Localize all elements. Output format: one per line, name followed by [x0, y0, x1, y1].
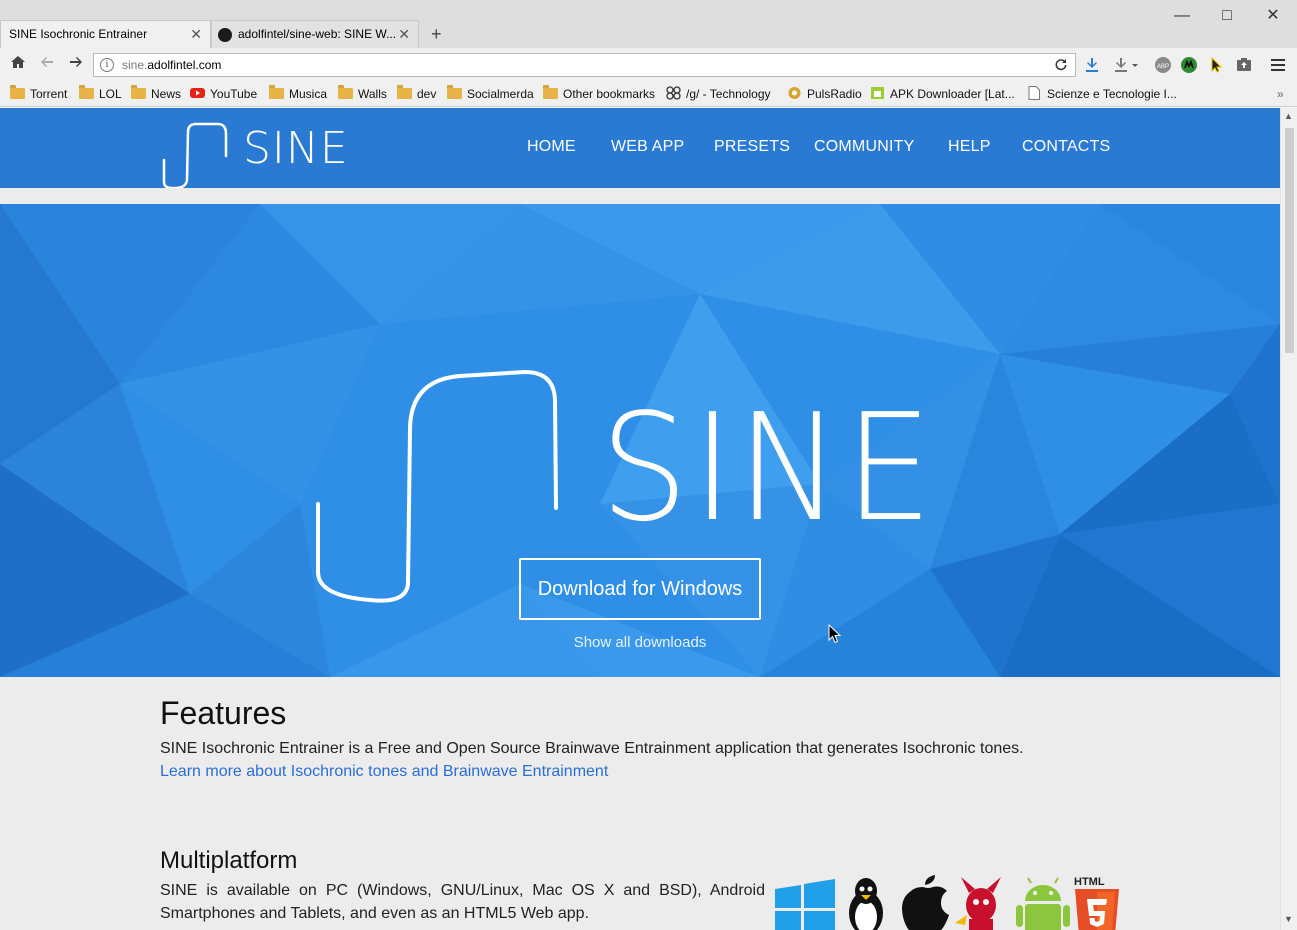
browser-chrome: SINE Isochronic Entrainer ✕ adolfintel/s… — [0, 0, 1297, 108]
learn-more-link[interactable]: Learn more about Isochronic tones and Br… — [160, 763, 608, 781]
radio-icon — [787, 86, 802, 100]
features-title: Features — [160, 695, 287, 731]
close-window-button[interactable]: ✕ — [1261, 4, 1285, 28]
bookmark-musica[interactable]: Musica — [269, 85, 327, 102]
android-icon — [870, 86, 885, 100]
forward-icon[interactable] — [65, 54, 87, 76]
hero-title: SINE — [600, 382, 937, 554]
download-windows-button[interactable]: Download for Windows — [519, 558, 761, 620]
bookmark-torrent[interactable]: Torrent — [10, 85, 67, 102]
windows-icon — [775, 879, 835, 930]
folder-icon — [10, 85, 25, 99]
reload-icon[interactable] — [1053, 56, 1069, 76]
sine-logo-icon[interactable] — [160, 116, 240, 197]
new-tab-button[interactable]: + — [431, 22, 442, 46]
bookmark-pulsradio[interactable]: PulsRadio — [787, 86, 862, 102]
bookmark-scienze[interactable]: Scienze e Tecnologie I... — [1027, 86, 1177, 102]
minimize-button[interactable]: — — [1170, 4, 1194, 28]
navigation-toolbar: i sine.adolfintel.com ABP — [0, 48, 1297, 82]
platform-icons: HTML — [775, 875, 1120, 930]
bookmark-dev[interactable]: dev — [397, 85, 436, 102]
nav-community[interactable]: COMMUNITY — [814, 138, 914, 156]
bookmark-walls[interactable]: Walls — [338, 85, 387, 102]
folder-icon — [543, 85, 558, 99]
scroll-down-icon[interactable]: ▼ — [1284, 914, 1293, 924]
logo-text[interactable]: SINE — [243, 123, 349, 174]
downloads-icon[interactable] — [1112, 56, 1138, 74]
folder-icon — [447, 85, 462, 99]
page-icon — [1027, 86, 1042, 100]
mouse-cursor-icon — [828, 623, 842, 649]
maximize-button[interactable]: □ — [1215, 4, 1239, 28]
clover-icon — [666, 86, 681, 100]
android-icon — [1016, 877, 1070, 930]
extension-green-icon[interactable] — [1180, 56, 1198, 74]
tab-github[interactable]: adolfintel/sine-web: SINE W... ✕ — [211, 20, 419, 48]
nav-presets[interactable]: PRESETS — [714, 138, 790, 156]
bookmark-other[interactable]: Other bookmarks — [543, 85, 655, 102]
page-viewport: SINE HOME WEB APP PRESETS COMMUNITY HELP… — [0, 108, 1280, 930]
adblock-icon[interactable]: ABP — [1154, 56, 1172, 74]
bookmark-socialmerda[interactable]: Socialmerda — [447, 85, 534, 102]
github-icon — [218, 28, 232, 42]
cursor-extension-icon[interactable] — [1208, 56, 1226, 74]
close-tab-icon[interactable]: ✕ — [190, 21, 202, 48]
site-header: SINE HOME WEB APP PRESETS COMMUNITY HELP… — [0, 108, 1280, 190]
bookmarks-bar: Torrent LOL News YouTube Musica Walls de… — [0, 82, 1297, 107]
linux-icon — [849, 878, 883, 930]
bookmark-apk-downloader[interactable]: APK Downloader [Lat... — [870, 86, 1015, 102]
folder-icon — [269, 85, 284, 99]
nav-home[interactable]: HOME — [527, 138, 576, 156]
html5-label: HTML — [1074, 876, 1105, 888]
address-bar[interactable]: i sine.adolfintel.com — [93, 53, 1076, 77]
bookmark-news[interactable]: News — [131, 85, 181, 102]
bookmark-youtube[interactable]: YouTube — [190, 86, 257, 102]
bookmarks-overflow-icon[interactable]: » — [1277, 86, 1284, 102]
youtube-icon — [190, 86, 205, 100]
svg-text:ABP: ABP — [1157, 64, 1169, 70]
apple-icon — [902, 875, 949, 930]
show-all-downloads-link[interactable]: Show all downloads — [0, 634, 1280, 651]
nav-contacts[interactable]: CONTACTS — [1022, 138, 1110, 156]
scrollbar-thumb[interactable] — [1285, 128, 1294, 353]
home-icon[interactable] — [7, 54, 29, 76]
folder-icon — [79, 85, 94, 99]
nav-help[interactable]: HELP — [948, 138, 991, 156]
folder-icon — [131, 85, 146, 99]
menu-icon[interactable] — [1269, 56, 1287, 74]
download-icon[interactable] — [1083, 56, 1101, 74]
scroll-up-icon[interactable]: ▲ — [1284, 111, 1293, 121]
nav-web-app[interactable]: WEB APP — [611, 138, 684, 156]
tab-strip: SINE Isochronic Entrainer ✕ adolfintel/s… — [0, 0, 1297, 48]
screenshot-icon[interactable] — [1235, 56, 1253, 74]
vertical-scrollbar[interactable]: ▲ ▼ — [1280, 108, 1297, 930]
close-tab-icon[interactable]: ✕ — [398, 21, 410, 48]
bsd-icon — [955, 877, 1001, 930]
features-description: SINE Isochronic Entrainer is a Free and … — [160, 740, 1024, 757]
back-icon[interactable] — [36, 54, 58, 76]
folder-icon — [397, 85, 412, 99]
tab-label: SINE Isochronic Entrainer — [9, 27, 148, 41]
multiplatform-description: SINE is available on PC (Windows, GNU/Li… — [160, 882, 765, 922]
bookmark-g-technology[interactable]: /g/ - Technology — [666, 86, 771, 102]
multiplatform-title: Multiplatform — [160, 847, 298, 874]
hero-banner: SINE Download for Windows Show all downl… — [0, 204, 1280, 677]
site-info-icon[interactable]: i — [100, 58, 114, 72]
url-text[interactable]: sine.adolfintel.com — [122, 54, 221, 76]
folder-icon — [338, 85, 353, 99]
html5-icon: HTML — [1074, 876, 1119, 930]
tab-label: adolfintel/sine-web: SINE W... — [238, 27, 397, 41]
header-gap — [0, 188, 1280, 204]
tab-sine[interactable]: SINE Isochronic Entrainer ✕ — [0, 20, 211, 48]
bookmark-lol[interactable]: LOL — [79, 85, 122, 102]
